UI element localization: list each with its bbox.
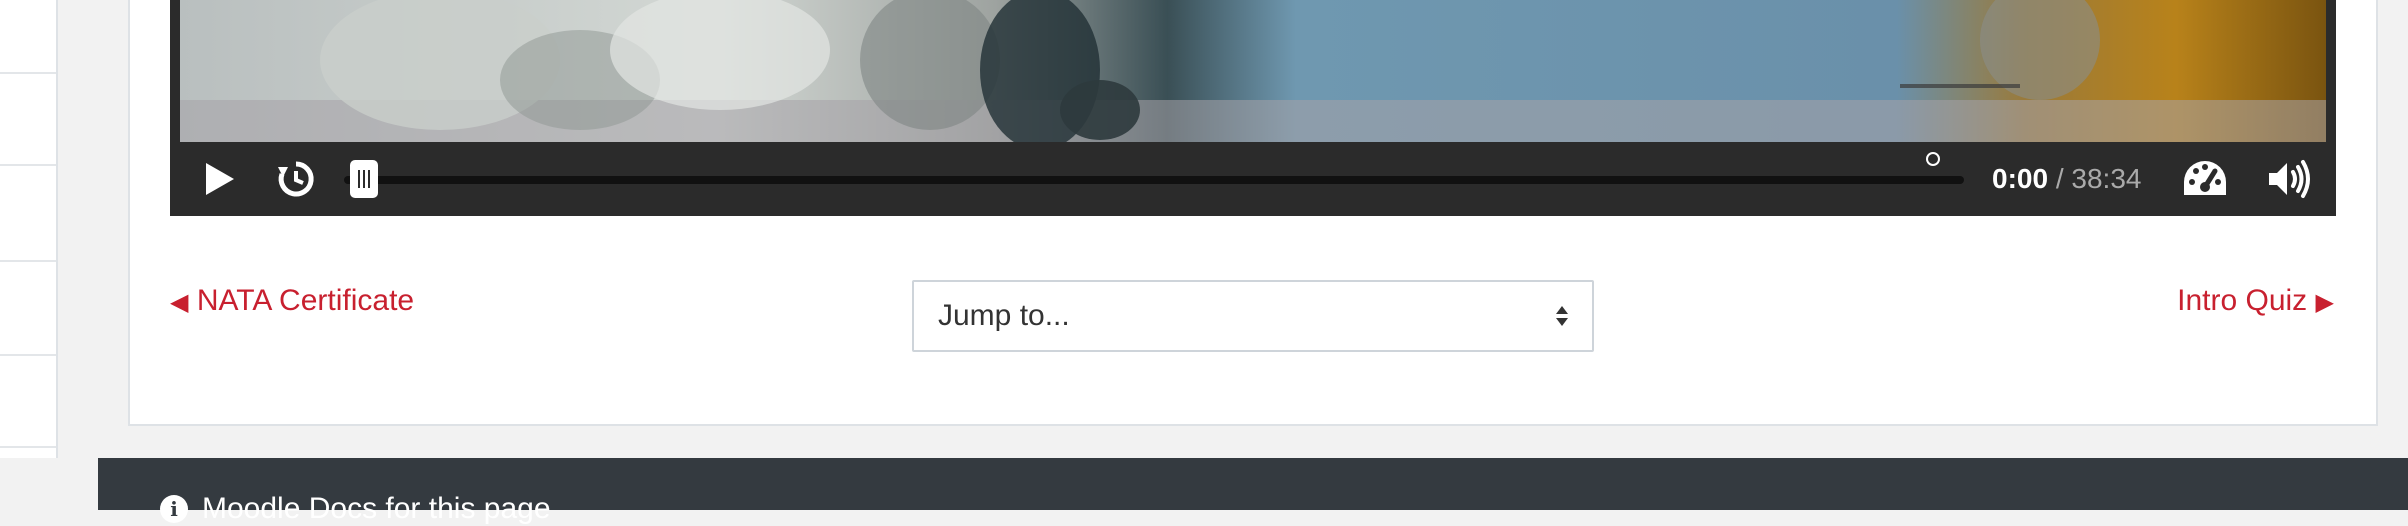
page-footer: i Moodle Docs for this page	[98, 458, 2408, 525]
restart-icon	[278, 161, 314, 197]
video-controls: 0:00 / 38:34	[170, 142, 2336, 216]
previous-activity-label: NATA Certificate	[196, 284, 415, 317]
right-arrow-icon: ▶	[2315, 289, 2334, 316]
progress-handle[interactable]	[350, 160, 378, 198]
play-button[interactable]	[194, 154, 242, 204]
video-player[interactable]: 0:00 / 38:34	[170, 0, 2336, 216]
next-activity-link[interactable]: Intro Quiz ▶	[2177, 284, 2334, 318]
info-icon: i	[160, 495, 188, 523]
sidebar-divider	[0, 72, 56, 74]
next-activity-label: Intro Quiz	[2177, 284, 2308, 317]
time-display: 0:00 / 38:34	[1992, 162, 2141, 196]
sidebar-divider	[0, 164, 56, 166]
sort-caret-icon	[1556, 306, 1568, 326]
left-sidebar	[0, 0, 58, 458]
time-current: 0:00	[1992, 163, 2049, 194]
playback-speed-button[interactable]	[2180, 154, 2230, 204]
sidebar-divider	[0, 446, 56, 448]
play-icon	[206, 163, 234, 195]
volume-button[interactable]	[2264, 154, 2314, 204]
jump-to-value: Jump to...	[938, 299, 1070, 332]
sidebar-divider	[0, 260, 56, 262]
left-arrow-icon: ◀	[170, 289, 189, 316]
restart-button[interactable]	[272, 154, 320, 204]
moodle-docs-label: Moodle Docs for this page	[202, 492, 551, 525]
time-separator: /	[2048, 163, 2072, 194]
time-total: 38:34	[2071, 163, 2142, 194]
progress-bar[interactable]	[344, 176, 1964, 184]
sidebar-divider	[0, 354, 56, 356]
previous-activity-link[interactable]: ◀ NATA Certificate	[170, 284, 414, 318]
chapter-marker[interactable]	[1926, 152, 1940, 166]
moodle-docs-link[interactable]: i Moodle Docs for this page	[160, 492, 551, 526]
video-frame[interactable]	[180, 0, 2326, 142]
speedometer-icon	[2184, 161, 2226, 195]
volume-icon	[2269, 160, 2310, 198]
jump-to-select[interactable]: Jump to...	[912, 280, 1594, 352]
